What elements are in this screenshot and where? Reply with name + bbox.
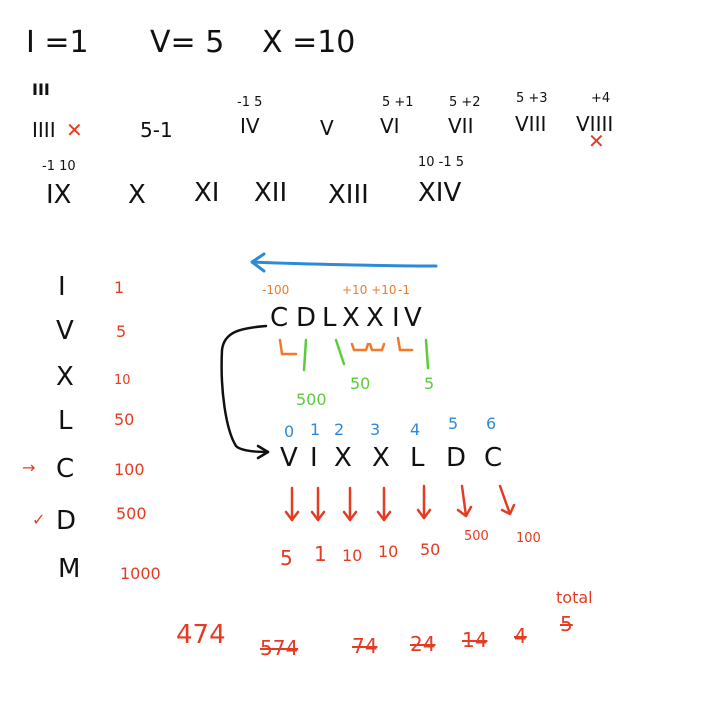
- curved-arrow-icon: [220, 324, 270, 460]
- table-symbol-c: C: [56, 454, 75, 484]
- op-minus-100: -100: [262, 283, 290, 297]
- rev-value-5: 5: [280, 546, 293, 570]
- word-letter-l: L: [322, 303, 337, 333]
- down-arrow-icons: [284, 484, 516, 522]
- crossed-sum-574: 574: [260, 636, 299, 660]
- word-letter-x1: X: [342, 303, 360, 333]
- rev-value-1: 1: [314, 542, 327, 566]
- table-value-c: 100: [114, 460, 145, 479]
- row1-note-viiii: +4: [591, 91, 611, 106]
- whiteboard-canvas: I =1 V= 5 X =10 III IIII ✕ 5-1 -1 5 IV V…: [0, 0, 723, 725]
- table-value-v: 5: [116, 322, 127, 341]
- row2-item-xiv: XIV: [418, 178, 462, 208]
- row1-cross-mark-2: ✕: [588, 129, 605, 153]
- row1-item-5-minus-1: 5-1: [140, 118, 173, 142]
- rev-value-10-a: 10: [342, 546, 363, 565]
- row1-item-iv: IV: [240, 114, 260, 138]
- drawn-strokes: [220, 252, 516, 522]
- word-letter-d: D: [296, 303, 317, 333]
- row2-note-xiv: 10 -1 5: [418, 155, 465, 170]
- equation-v: V= 5: [150, 25, 225, 60]
- word-letter-v: V: [404, 303, 422, 333]
- row1-item-viii: VIII: [515, 112, 547, 136]
- rev-letter-i: I: [310, 443, 318, 473]
- table-symbol-l: L: [58, 406, 73, 436]
- row1-note-viii: 5 +3: [516, 91, 548, 106]
- table-value-i: 1: [114, 278, 125, 297]
- index-1: 1: [310, 420, 321, 439]
- row1-item-vii: VII: [448, 114, 474, 138]
- checkmark-icon: ✓: [32, 510, 46, 529]
- row1-item-vi: VI: [380, 114, 400, 138]
- index-5: 5: [448, 414, 459, 433]
- row1-item-v: V: [320, 116, 334, 140]
- word-letter-c: C: [270, 303, 289, 333]
- table-value-m: 1000: [120, 564, 161, 583]
- row2-item-xiii: XIII: [328, 180, 369, 210]
- crossed-sum-24: 24: [410, 632, 436, 656]
- index-6: 6: [486, 414, 497, 433]
- pointer-arrow-icon: →: [22, 458, 36, 477]
- crossed-sum-4: 4: [514, 624, 527, 648]
- row2-note-ix: -1 10: [42, 159, 76, 174]
- rev-value-10-b: 10: [378, 542, 399, 561]
- row2-item-x: X: [128, 180, 146, 210]
- row1-note-iv: -1 5: [237, 95, 263, 110]
- rev-letter-x1: X: [334, 443, 352, 473]
- row2-item-ix: IX: [46, 180, 72, 210]
- row2-item-xii: XII: [254, 178, 288, 208]
- rev-letter-c: C: [484, 443, 503, 473]
- equation-i: I =1: [26, 25, 89, 60]
- index-2: 2: [334, 420, 345, 439]
- group-marks: [302, 338, 430, 372]
- tally-three: III: [32, 80, 50, 99]
- group-value-5: 5: [424, 374, 435, 393]
- rev-value-500: 500: [464, 529, 489, 544]
- word-letter-i: I: [392, 303, 400, 333]
- row1-cross-mark: ✕: [66, 118, 83, 142]
- rev-value-100: 100: [516, 531, 541, 546]
- final-result-474: 474: [176, 620, 226, 650]
- rev-letter-x2: X: [372, 443, 390, 473]
- index-4: 4: [410, 420, 421, 439]
- table-value-x: 10: [114, 373, 131, 388]
- row2-item-xi: XI: [194, 178, 220, 208]
- rev-value-50: 50: [420, 540, 441, 559]
- word-letter-x2: X: [366, 303, 384, 333]
- row1-note-vii: 5 +2: [449, 95, 481, 110]
- equation-x: X =10: [262, 25, 356, 60]
- op-plus-10-plus-10: +10 +10: [342, 283, 397, 297]
- table-symbol-m: M: [58, 554, 81, 584]
- op-minus-1: -1: [398, 283, 410, 297]
- table-symbol-d: D: [56, 506, 77, 536]
- group-value-500: 500: [296, 390, 327, 409]
- total-label: total: [556, 588, 593, 607]
- reading-direction-arrow-icon: [250, 252, 438, 273]
- table-value-d: 500: [116, 504, 147, 523]
- subtraction-bracket-marks: [278, 336, 414, 356]
- rev-letter-d: D: [446, 443, 467, 473]
- rev-letter-v: V: [280, 443, 298, 473]
- table-symbol-v: V: [56, 316, 74, 346]
- crossed-sum-74: 74: [352, 634, 378, 658]
- crossed-sum-5: 5: [560, 612, 573, 636]
- table-symbol-i: I: [58, 272, 66, 302]
- rev-letter-l: L: [410, 443, 425, 473]
- row1-item-iiii: IIII: [32, 118, 56, 142]
- index-0: 0: [284, 422, 295, 441]
- index-3: 3: [370, 420, 381, 439]
- table-value-l: 50: [114, 410, 135, 429]
- crossed-sum-14: 14: [462, 628, 488, 652]
- group-value-50: 50: [350, 374, 371, 393]
- row1-note-vi: 5 +1: [382, 95, 414, 110]
- table-symbol-x: X: [56, 362, 74, 392]
